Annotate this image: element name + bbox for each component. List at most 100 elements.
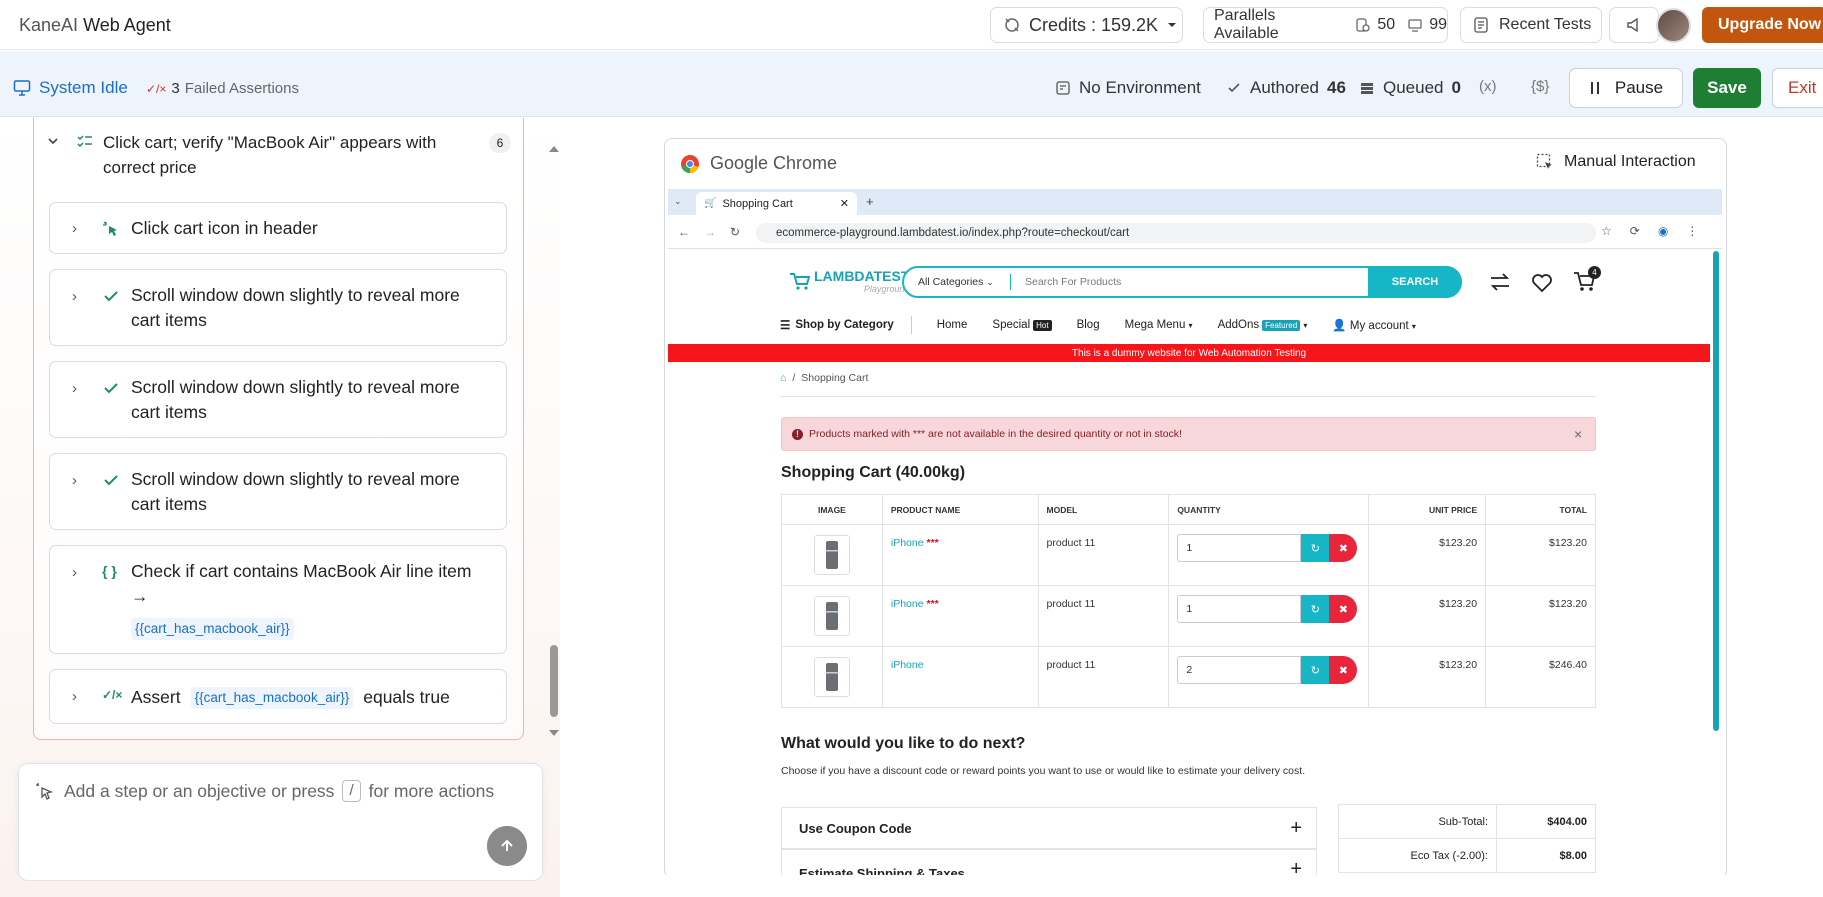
step-item[interactable]: › Scroll window down slightly to reveal … bbox=[49, 361, 507, 438]
product-link[interactable]: iPhone bbox=[891, 537, 924, 549]
site-logo[interactable]: LAMBDATEST Playground bbox=[789, 268, 909, 294]
line-total: $123.20 bbox=[1485, 524, 1596, 586]
product-link[interactable]: iPhone bbox=[891, 598, 924, 610]
manual-interaction-button[interactable]: Manual Interaction bbox=[1536, 153, 1696, 171]
recent-tests-button[interactable]: Recent Tests bbox=[1460, 7, 1602, 43]
nav-home[interactable]: Home bbox=[937, 319, 968, 331]
hamburger-icon: ☰ bbox=[780, 320, 791, 332]
user-avatar[interactable] bbox=[1656, 8, 1691, 43]
remove-item-button[interactable]: ✖ bbox=[1329, 656, 1358, 684]
wishlist-heart-icon[interactable] bbox=[1530, 270, 1554, 294]
shop-by-category[interactable]: ☰ Shop by Category bbox=[780, 318, 894, 332]
sparkle-pointer-icon bbox=[34, 781, 54, 801]
site-search-input[interactable]: Search For Products bbox=[1025, 276, 1121, 288]
step-text: Scroll window down slightly to reveal mo… bbox=[131, 285, 460, 330]
step-item[interactable]: › Scroll window down slightly to reveal … bbox=[49, 453, 507, 530]
kebab-menu-icon[interactable]: ⋮ bbox=[1686, 224, 1698, 238]
browser-tab[interactable]: 🛒 Shopping Cart ✕ bbox=[696, 192, 857, 215]
credits-dropdown[interactable]: Credits : 159.2K bbox=[990, 7, 1183, 43]
extension-icon[interactable]: ⟳ bbox=[1630, 224, 1640, 238]
announcements-button[interactable] bbox=[1609, 7, 1659, 43]
send-button-top[interactable] bbox=[487, 826, 527, 866]
check-icon bbox=[1226, 80, 1242, 96]
shop-by-category-label: Shop by Category bbox=[795, 319, 894, 331]
profile-icon[interactable]: ◉ bbox=[1658, 224, 1668, 238]
secrets-button[interactable]: {$} bbox=[1531, 78, 1549, 95]
step-item[interactable]: › { } Check if cart contains MacBook Air… bbox=[49, 545, 507, 654]
compare-icon[interactable] bbox=[1488, 270, 1512, 294]
url-field[interactable]: ecommerce-playground.lambdatest.io/index… bbox=[756, 223, 1596, 243]
check-icon bbox=[102, 287, 120, 305]
page-scrollbar[interactable] bbox=[1713, 251, 1719, 731]
site-search-button[interactable]: SEARCH bbox=[1368, 266, 1462, 298]
parallels-indicator[interactable]: Parallels Available 50 99 bbox=[1203, 7, 1448, 43]
nav-special[interactable]: Special Hot bbox=[992, 319, 1052, 331]
forward-icon[interactable]: → bbox=[704, 225, 716, 239]
assert-prefix: Assert bbox=[131, 687, 181, 707]
close-alert-icon[interactable]: × bbox=[1574, 426, 1582, 442]
system-status: System Idle bbox=[13, 78, 128, 98]
nav-addons[interactable]: AddOns Featured ▾ bbox=[1218, 319, 1307, 331]
secrets-icon: {$} bbox=[1531, 78, 1550, 95]
product-thumbnail[interactable] bbox=[813, 596, 850, 636]
app-brand: KaneAI Web Agent bbox=[19, 15, 171, 36]
exit-button[interactable]: Exit bbox=[1772, 68, 1823, 108]
nav-mega-menu[interactable]: Mega Menu ▾ bbox=[1125, 319, 1193, 331]
placeholder-part-b: for more actions bbox=[368, 780, 495, 801]
nav-blog[interactable]: Blog bbox=[1077, 319, 1100, 331]
new-tab-icon[interactable]: + bbox=[866, 194, 874, 209]
environment-selector[interactable]: No Environment bbox=[1055, 78, 1201, 98]
search-divider bbox=[1010, 274, 1011, 290]
step-item[interactable]: › Click cart icon in header bbox=[49, 202, 507, 254]
variables-button[interactable]: (x) bbox=[1479, 78, 1497, 95]
product-thumbnail[interactable] bbox=[813, 657, 850, 697]
credits-icon bbox=[1003, 16, 1021, 34]
close-tab-icon[interactable]: ✕ bbox=[840, 197, 849, 210]
failed-count: 3 bbox=[171, 80, 180, 97]
cart-icon[interactable]: 4 bbox=[1572, 266, 1601, 294]
reload-icon[interactable]: ↻ bbox=[730, 225, 740, 239]
step-item[interactable]: › ✓/× Assert {{cart_has_macbook_air}} eq… bbox=[49, 669, 507, 724]
remove-item-button[interactable]: ✖ bbox=[1329, 534, 1358, 562]
step-item[interactable]: › Scroll window down slightly to reveal … bbox=[49, 269, 507, 346]
table-row: Sub-Total: $404.00 bbox=[1338, 804, 1596, 839]
tab-search-icon[interactable]: ⌄ bbox=[674, 196, 682, 207]
save-button[interactable]: Save bbox=[1693, 68, 1761, 108]
bookmark-star-icon[interactable]: ☆ bbox=[1601, 224, 1612, 238]
update-quantity-button[interactable]: ↻ bbox=[1301, 595, 1330, 623]
plus-icon: + bbox=[1290, 816, 1302, 839]
nav-my-account[interactable]: 👤 My account ▾ bbox=[1332, 318, 1416, 332]
remove-item-button[interactable]: ✖ bbox=[1329, 595, 1358, 623]
line-total: $246.40 bbox=[1485, 646, 1596, 708]
quantity-input[interactable]: 2 bbox=[1177, 656, 1302, 684]
failed-assertions-indicator[interactable]: ✓/× 3 Failed Assertions bbox=[146, 80, 299, 97]
product-model: product 11 bbox=[1037, 524, 1170, 586]
nav-account-label: My account bbox=[1349, 320, 1409, 332]
step-text: Click cart icon in header bbox=[131, 218, 318, 238]
refresh-icon: ↻ bbox=[1310, 664, 1320, 677]
breadcrumb: ⌂ / Shopping Cart bbox=[780, 372, 869, 384]
category-select[interactable]: All Categories ⌄ bbox=[918, 276, 994, 288]
upgrade-now-button[interactable]: Upgrade Now bbox=[1702, 7, 1823, 43]
back-icon[interactable]: ← bbox=[678, 225, 690, 239]
home-icon[interactable]: ⌂ bbox=[780, 372, 786, 384]
step-text: Check if cart contains MacBook Air line … bbox=[131, 561, 472, 606]
table-row: iPhone *** product 11 1 ↻ ✖ $123.20 $123.2… bbox=[781, 524, 1596, 586]
steps-scrollbar[interactable] bbox=[547, 140, 561, 740]
update-quantity-button[interactable]: ↻ bbox=[1301, 534, 1330, 562]
product-link[interactable]: iPhone bbox=[891, 659, 924, 671]
variable-chip[interactable]: {{cart_has_macbook_air}} bbox=[131, 618, 294, 640]
pause-button[interactable]: Pause bbox=[1569, 68, 1683, 108]
quantity-input[interactable]: 1 bbox=[1177, 534, 1302, 562]
parallel-sessions-icon bbox=[1355, 17, 1371, 33]
table-header-row: IMAGE PRODUCT NAME MODEL QUANTITY UNIT P… bbox=[781, 494, 1596, 525]
col-quantity: QUANTITY bbox=[1168, 494, 1370, 525]
collapse-chevron-icon[interactable] bbox=[47, 135, 59, 147]
quantity-input[interactable]: 1 bbox=[1177, 595, 1302, 623]
coupon-accordion[interactable]: Use Coupon Code + bbox=[781, 807, 1317, 849]
update-quantity-button[interactable]: ↻ bbox=[1301, 656, 1330, 684]
slash-key: / bbox=[342, 780, 361, 802]
variable-chip[interactable]: {{cart_has_macbook_air}} bbox=[190, 686, 354, 709]
product-thumbnail[interactable] bbox=[813, 535, 850, 575]
chevron-right-icon: › bbox=[72, 688, 77, 705]
